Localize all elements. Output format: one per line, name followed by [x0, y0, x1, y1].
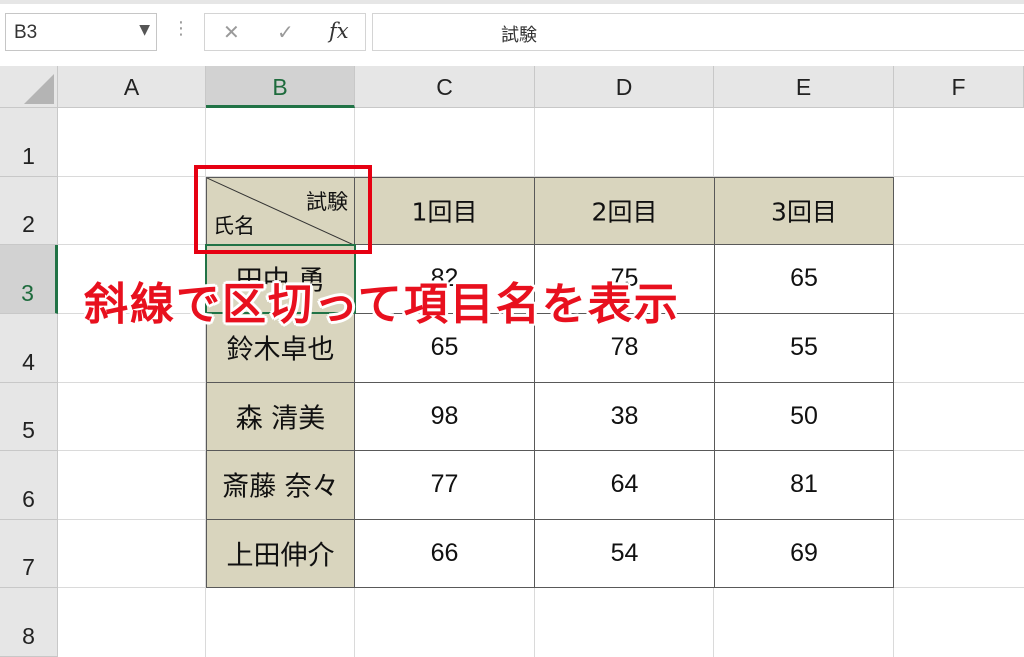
row-header-5[interactable]: 5: [0, 383, 58, 451]
header-label: 2回目: [591, 197, 658, 227]
score-cell[interactable]: 64: [534, 450, 715, 520]
formula-value: 試験: [501, 25, 537, 46]
score-value: 65: [790, 263, 818, 292]
row-number: 3: [21, 280, 34, 306]
select-all-icon: [24, 74, 54, 104]
name-value: 上田伸介: [226, 540, 335, 572]
table-header-cell[interactable]: 1回目: [354, 177, 535, 245]
row-number: 6: [22, 486, 35, 512]
score-value: 65: [430, 332, 459, 361]
row-number: 1: [22, 143, 35, 169]
table-header-cell[interactable]: 3回目: [714, 177, 894, 245]
score-value: 55: [790, 332, 818, 361]
score-cell[interactable]: 65: [714, 244, 894, 314]
select-all-button[interactable]: [0, 66, 58, 108]
score-value: 66: [430, 538, 459, 567]
row-number: 7: [22, 554, 35, 580]
score-cell[interactable]: 54: [534, 519, 715, 588]
score-value: 38: [610, 401, 639, 430]
name-box-value: B3: [14, 22, 38, 43]
formula-buttons: ✕ ✓ fx: [204, 13, 366, 51]
chevron-down-icon[interactable]: ▼: [139, 22, 150, 38]
column-header-c[interactable]: C: [355, 66, 535, 108]
formula-bar: B3 ▼ ⋮ ✕ ✓ fx 試験: [0, 0, 1024, 66]
ribbon-edge: [0, 0, 1024, 4]
row-header-7[interactable]: 7: [0, 520, 58, 588]
cancel-icon[interactable]: ✕: [223, 20, 240, 44]
row-header-6[interactable]: 6: [0, 451, 58, 520]
name-cell[interactable]: 斎藤 奈々: [206, 450, 355, 520]
highlight-box: [194, 165, 372, 254]
header-label: 1回目: [411, 197, 478, 227]
annotation-text: 斜線で区切って項目名を表示: [84, 279, 680, 330]
score-cell[interactable]: 81: [714, 450, 894, 520]
drag-handle-icon[interactable]: ⋮: [172, 18, 190, 39]
score-cell[interactable]: 98: [354, 382, 535, 451]
name-cell[interactable]: 上田伸介: [206, 519, 355, 588]
name-cell[interactable]: 森 清美: [206, 382, 355, 451]
insert-function-button[interactable]: fx: [329, 19, 349, 43]
score-value: 78: [610, 332, 639, 361]
table-header-cell[interactable]: 2回目: [534, 177, 715, 245]
row-header-3[interactable]: 3: [0, 245, 58, 314]
row-number: 5: [22, 417, 35, 443]
score-value: 64: [610, 469, 639, 498]
column-header-b[interactable]: B: [206, 66, 355, 108]
name-value: 斎藤 奈々: [222, 471, 339, 503]
column-header-d[interactable]: D: [535, 66, 714, 108]
row-number: 2: [22, 211, 35, 237]
score-cell[interactable]: 69: [714, 519, 894, 588]
name-box[interactable]: B3 ▼: [5, 13, 157, 51]
column-header-f[interactable]: F: [894, 66, 1024, 108]
score-value: 50: [790, 401, 818, 430]
header-label: 3回目: [771, 197, 837, 227]
row-header-8[interactable]: 8: [0, 588, 58, 657]
score-cell[interactable]: 55: [714, 313, 894, 383]
row-header-2[interactable]: 2: [0, 177, 58, 245]
score-value: 98: [430, 401, 459, 430]
row-header-4[interactable]: 4: [0, 314, 58, 383]
name-value: 鈴木卓也: [226, 334, 335, 366]
score-value: 77: [430, 469, 459, 498]
score-value: 69: [790, 538, 818, 567]
row-header-1[interactable]: 1: [0, 108, 58, 177]
row-number: 4: [22, 349, 35, 375]
score-value: 54: [610, 538, 639, 567]
column-header-e[interactable]: E: [714, 66, 894, 108]
score-cell[interactable]: 77: [354, 450, 535, 520]
name-value: 森 清美: [235, 403, 326, 435]
score-cell[interactable]: 50: [714, 382, 894, 451]
score-value: 81: [790, 469, 818, 498]
formula-input[interactable]: 試験: [372, 13, 1024, 51]
score-cell[interactable]: 38: [534, 382, 715, 451]
score-cell[interactable]: 66: [354, 519, 535, 588]
row-number: 8: [22, 623, 35, 649]
column-header-a[interactable]: A: [58, 66, 206, 108]
enter-icon[interactable]: ✓: [277, 20, 294, 44]
